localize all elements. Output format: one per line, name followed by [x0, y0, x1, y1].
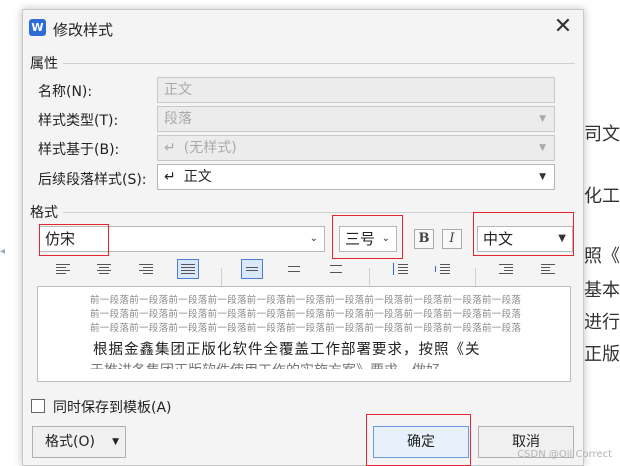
- doc-line: 正版: [584, 344, 620, 365]
- dropdown-caret-icon: ▼: [539, 143, 546, 153]
- style-preview: 前一段落前一段落前一段落前一段落前一段落前一段落前一段落前一段落前一段落前一段落…: [37, 286, 571, 382]
- align-center-button[interactable]: [93, 259, 115, 279]
- preview-prev-paragraph: 前一段落前一段落前一段落前一段落前一段落前一段落前一段落前一段落前一段落前一段落…: [90, 323, 522, 334]
- format-menu-button[interactable]: 格式(O) ▼: [32, 426, 126, 458]
- return-icon: ↵: [164, 140, 176, 156]
- close-button[interactable]: ✕: [549, 13, 577, 41]
- preview-prev-paragraph: 前一段落前一段落前一段落前一段落前一段落前一段落前一段落前一段落前一段落前一段落…: [90, 309, 522, 320]
- margin-arrow-icon: ◂: [0, 246, 6, 257]
- next-paragraph-value: 正文: [183, 169, 212, 185]
- next-paragraph-select[interactable]: ↵ 正文 ▼: [157, 164, 555, 190]
- preview-sample-text: 根据金鑫集团正版化软件全覆盖工作部署要求，按照《关: [93, 342, 481, 358]
- dialog-title: 修改样式: [53, 21, 114, 39]
- properties-section-label: 属性: [30, 56, 58, 72]
- name-field: 正文: [157, 77, 555, 103]
- preview-prev-paragraph: 前一段落前一段落前一段落前一段落前一段落前一段落前一段落前一段落前一段落前一段落…: [90, 295, 522, 306]
- increase-paragraph-spacing-button[interactable]: [389, 259, 411, 279]
- wps-writer-icon: W: [29, 19, 46, 36]
- csdn-watermark: CSDN @Oil Correct: [517, 449, 612, 460]
- font-size-highlight: [332, 215, 403, 259]
- align-justify-button[interactable]: [177, 259, 199, 279]
- based-on-value: (无样式): [183, 140, 237, 156]
- save-to-template-checkbox[interactable]: [31, 399, 45, 413]
- double-spacing-button[interactable]: [325, 259, 347, 279]
- one-half-spacing-button[interactable]: [283, 259, 305, 279]
- next-paragraph-label: 后续段落样式(S):: [38, 172, 147, 188]
- style-type-value: 段落: [164, 111, 192, 127]
- based-on-label: 样式基于(B):: [38, 142, 120, 158]
- doc-line: 照《: [584, 246, 620, 267]
- increase-indent-button[interactable]: [537, 259, 559, 279]
- chevron-down-icon: ⌄: [309, 233, 318, 244]
- toolbar-divider: [475, 268, 476, 286]
- save-to-template-label: 同时保存到模板(A): [53, 400, 172, 416]
- title-bar: W 修改样式 ✕: [23, 10, 583, 46]
- dropdown-caret-icon: ▼: [539, 172, 546, 182]
- style-type-select: 段落 ▼: [157, 106, 555, 132]
- single-spacing-button[interactable]: [241, 259, 263, 279]
- doc-line: 司文: [584, 124, 620, 145]
- modify-style-dialog: W 修改样式 ✕ 属性 名称(N): 正文 样式类型(T): 段落 ▼ 样式基于…: [22, 9, 584, 466]
- format-section-label: 格式: [30, 205, 58, 221]
- dropdown-caret-icon: ▼: [539, 114, 546, 124]
- based-on-select: ↵ (无样式) ▼: [157, 135, 555, 161]
- toolbar-divider: [221, 268, 222, 286]
- return-icon: ↵: [164, 169, 176, 185]
- doc-line: 进行: [584, 312, 620, 333]
- font-name-highlight: [39, 224, 109, 256]
- preview-sample-text-cut: 于推进各集团正版软件使用工作的实施方案》要求，做好: [90, 360, 440, 369]
- properties-divider: [63, 63, 575, 64]
- name-label: 名称(N):: [38, 84, 93, 100]
- decrease-indent-button[interactable]: [495, 259, 517, 279]
- name-value: 正文: [164, 82, 192, 98]
- bold-button[interactable]: B: [414, 229, 434, 249]
- align-left-button[interactable]: [52, 259, 74, 279]
- style-type-label: 样式类型(T):: [38, 113, 119, 129]
- format-menu-label: 格式(O): [45, 434, 95, 450]
- doc-line: 基本: [584, 280, 620, 301]
- toolbar-divider: [369, 268, 370, 286]
- align-right-button[interactable]: [135, 259, 157, 279]
- decrease-paragraph-spacing-button[interactable]: [431, 259, 453, 279]
- ok-button-highlight: [366, 414, 471, 466]
- doc-line: 化工: [584, 186, 620, 207]
- italic-button[interactable]: I: [442, 229, 462, 249]
- dropdown-caret-icon: ▼: [112, 437, 119, 447]
- script-highlight: [473, 212, 574, 256]
